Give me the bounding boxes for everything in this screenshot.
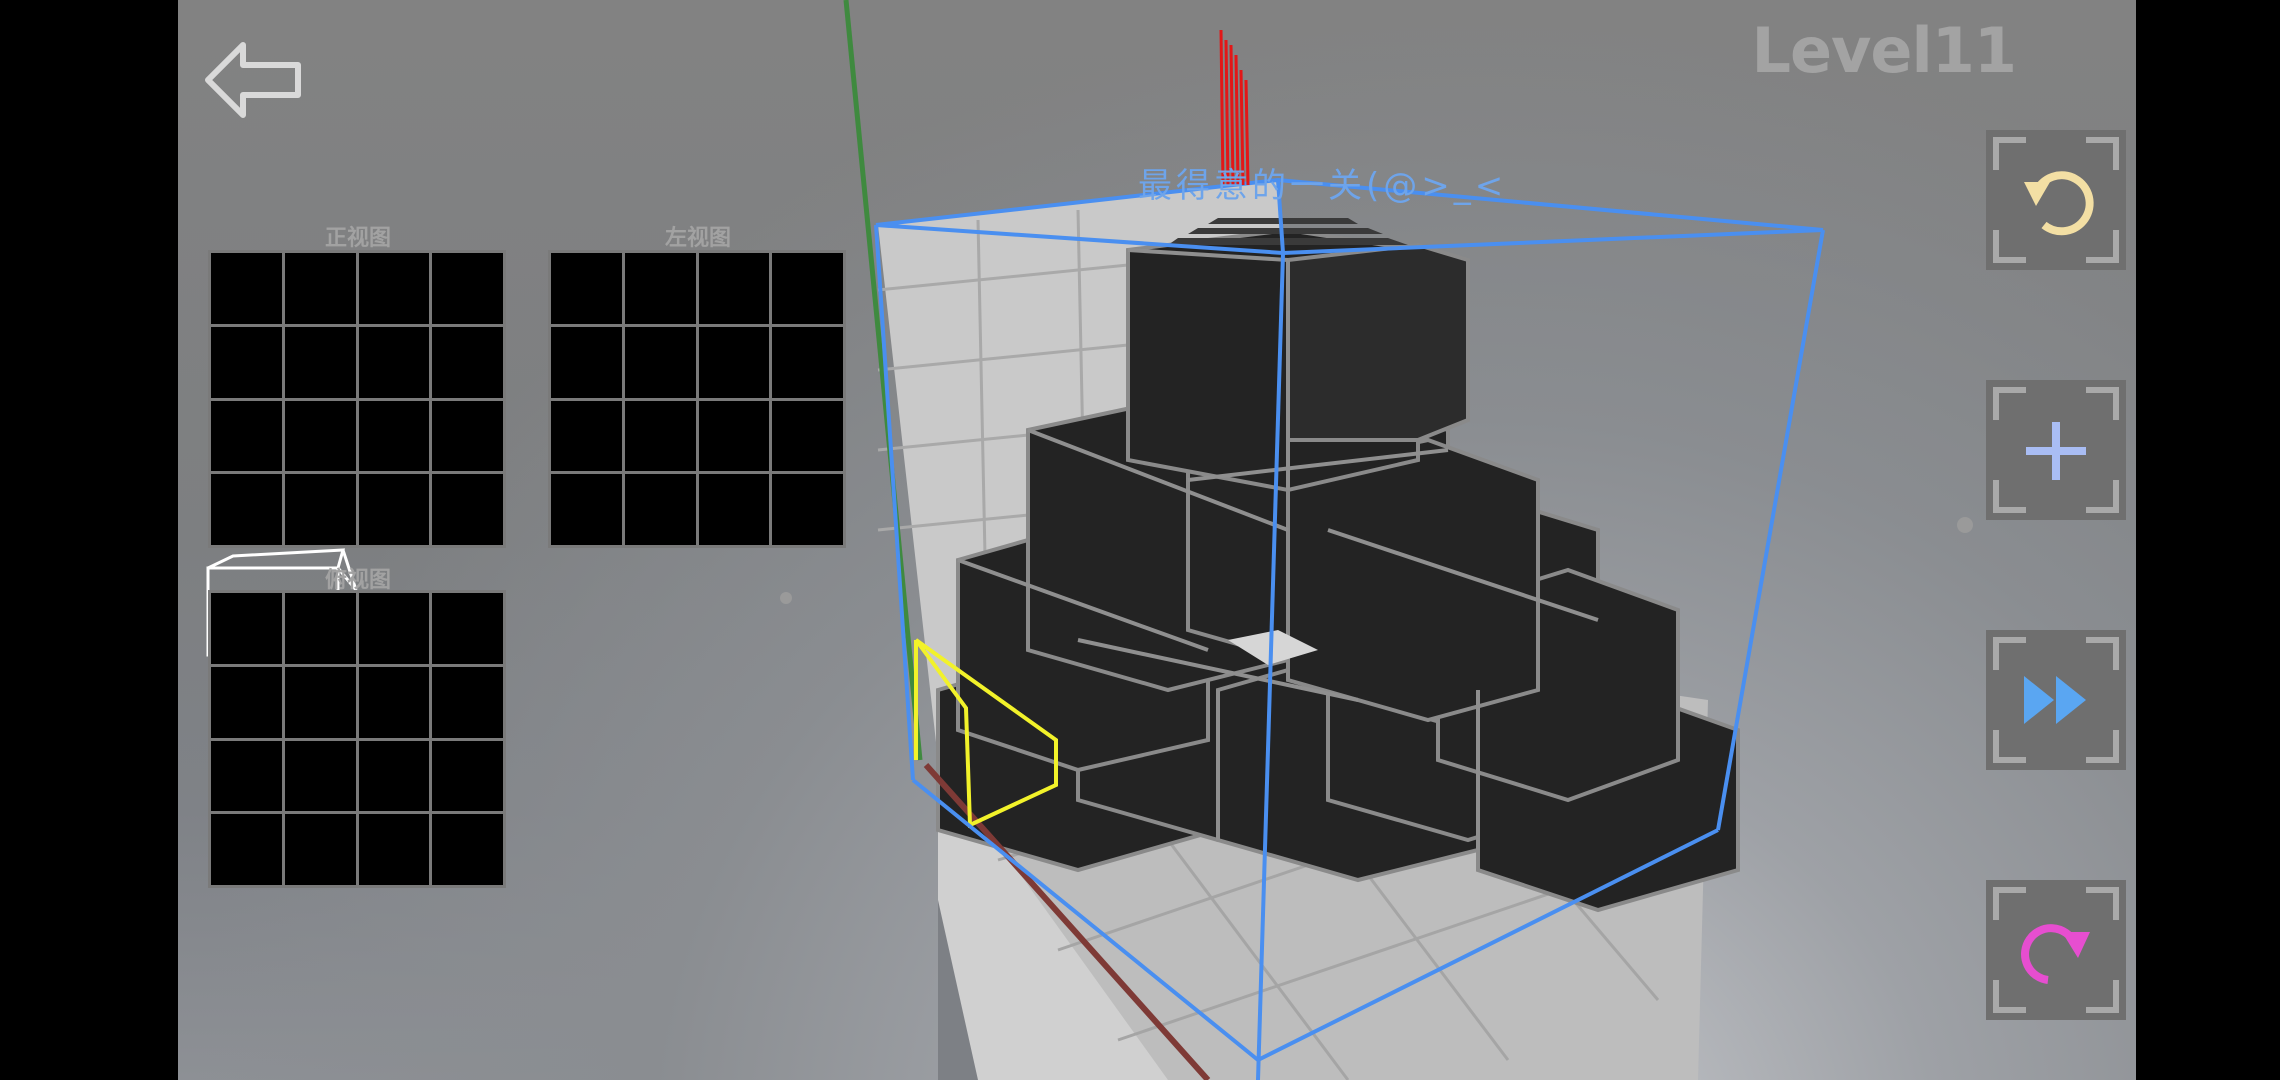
left-view-label: 左视图 [664, 226, 731, 251]
game-viewport[interactable]: Level11 正视图 左视图 俯视图 最得意的一关(@>_< [178, 0, 2136, 1080]
dot [1957, 517, 1973, 533]
level-title: Level11 [1751, 14, 2017, 87]
undo-button[interactable] [1986, 130, 2126, 270]
front-view-grid [208, 250, 506, 548]
top-view-grid [208, 590, 506, 888]
dot [780, 592, 792, 604]
add-button[interactable] [1986, 380, 2126, 520]
redo-button[interactable] [1986, 880, 2126, 1020]
back-arrow-icon[interactable] [203, 40, 303, 120]
left-view-grid [548, 250, 846, 548]
level-hint-text: 最得意的一关(@>_< [1138, 166, 1508, 206]
fast-forward-button[interactable] [1986, 630, 2126, 770]
front-view-label: 正视图 [324, 226, 391, 251]
